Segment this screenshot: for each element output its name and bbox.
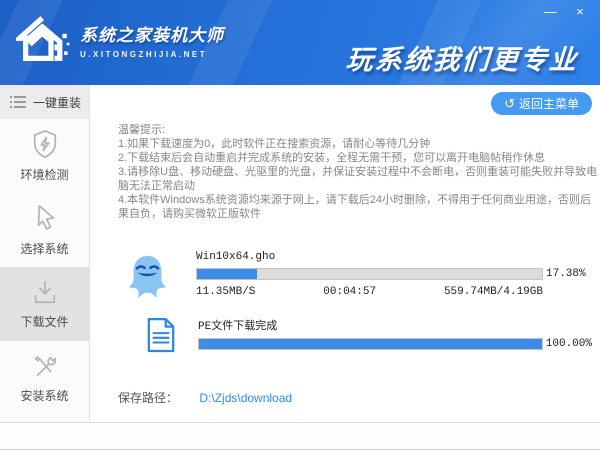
window-controls: — × — [534, 4, 590, 19]
progress-bar-pe-file — [198, 338, 543, 350]
tip-line-1: 1.如果下载速度为0，此时软件正在搜索资源，请耐心等待几分钟 — [118, 137, 600, 151]
brand: 系统之家装机大师 U.XITONGZHIJIA.NET — [16, 14, 224, 66]
progress-bar-system-image — [196, 268, 543, 280]
close-button[interactable]: × — [570, 4, 590, 19]
save-path-label: 保存路径： — [118, 391, 178, 405]
sidebar: 一键重装 环境检测 选择系统 — [0, 85, 90, 422]
tip-line-3: 3.请移除U盘、移动硬盘、光驱里的光盘，并保证安装过程中不会断电，否则重装可能失… — [118, 165, 600, 193]
download-filename: PE文件下载完成 — [198, 317, 592, 333]
download-icon — [31, 278, 59, 306]
menu-icon — [10, 95, 26, 109]
sidebar-item-label: 安装系统 — [20, 387, 68, 404]
sidebar-item-label: 选择系统 — [20, 240, 68, 257]
house-logo-icon — [16, 14, 72, 66]
shield-lightning-icon — [31, 129, 59, 159]
sidebar-item-install-system[interactable]: 安装系统 — [0, 341, 89, 415]
download-stats: 11.35MB/S 00:04:57 559.74MB/4.19GB — [196, 286, 543, 298]
download-speed: 11.35MB/S — [196, 286, 255, 298]
download-time-remaining: 00:04:57 — [323, 286, 376, 298]
minimize-button[interactable]: — — [540, 4, 560, 19]
return-main-menu-button[interactable]: ↺ 返回主菜单 — [491, 92, 592, 115]
brand-url: U.XITONGZHIJIA.NET — [80, 50, 224, 59]
document-icon — [146, 317, 176, 353]
download-size: 559.74MB/4.19GB — [444, 286, 543, 298]
brand-title: 系统之家装机大师 — [80, 21, 224, 46]
progress-percent: 100.00% — [546, 338, 592, 350]
back-arrow-icon: ↺ — [504, 97, 515, 110]
progress-fill — [197, 269, 257, 279]
sidebar-item-download-files[interactable]: 下载文件 — [0, 267, 89, 341]
header-slogan: 玩系统我们更专业 — [345, 38, 580, 77]
sidebar-item-select-system[interactable]: 选择系统 — [0, 193, 89, 267]
save-path-row: 保存路径： D:\Zjds\download — [118, 389, 292, 406]
tip-line-4: 4.本软件Windows系统资源均来源于网上，请下载后24小时删除，不得用于任何… — [118, 193, 600, 221]
sidebar-item-label: 下载文件 — [20, 313, 68, 330]
main-panel: ↺ 返回主菜单 温馨提示: 1.如果下载速度为0，此时软件正在搜索资源，请耐心等… — [90, 85, 600, 422]
download-filename: Win10x64.gho — [196, 251, 592, 263]
tip-line-2: 2.下载结束后会自动重启并完成系统的安装，全程无需干预，您可以离开电脑帖稍作休息 — [118, 151, 600, 165]
cursor-icon — [31, 203, 59, 233]
footer-bar — [0, 422, 600, 449]
ghost-icon — [124, 253, 171, 301]
brand-text: 系统之家装机大师 U.XITONGZHIJIA.NET — [80, 21, 224, 59]
app-header: — × 系统之家装机大师 U.XITONGZHIJIA.NET 玩系统我们更专业 — [0, 0, 600, 85]
sidebar-item-label: 一键重装 — [33, 94, 81, 111]
sidebar-item-label: 环境检测 — [20, 166, 68, 183]
download-row-pe-file: PE文件下载完成 100.00% — [90, 317, 600, 353]
save-path-link[interactable]: D:\Zjds\download — [199, 391, 292, 405]
tips-title: 温馨提示: — [118, 123, 600, 137]
progress-percent: 17.38% — [546, 268, 592, 280]
sidebar-item-env-check[interactable]: 环境检测 — [0, 119, 89, 193]
progress-fill — [199, 339, 542, 349]
app-window: — × 系统之家装机大师 U.XITONGZHIJIA.NET 玩系统我们更专业 — [0, 0, 600, 450]
back-button-label: 返回主菜单 — [519, 95, 579, 112]
sidebar-item-onekey-reinstall[interactable]: 一键重装 — [0, 85, 89, 119]
tips-block: 温馨提示: 1.如果下载速度为0，此时软件正在搜索资源，请耐心等待几分钟 2.下… — [118, 123, 600, 221]
tools-icon — [31, 352, 59, 380]
download-row-system-image: Win10x64.gho 17.38% 11.35MB/S 00:04:57 5… — [90, 251, 600, 301]
